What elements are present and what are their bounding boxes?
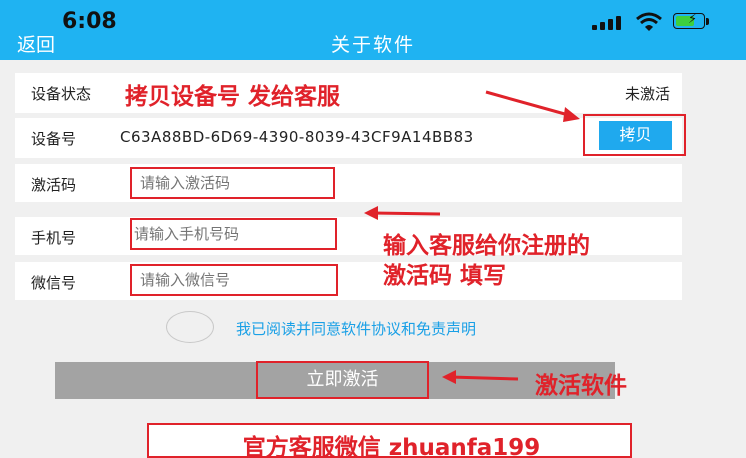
device-id-value: C63A88BD-6D69-4390-8039-43CF9A14BB83 (120, 128, 474, 146)
fill-instruction-annotation-line2: 激活码 填写 (383, 263, 507, 289)
nav-bar: 6:08 ⚡ 返回 关于软件 (0, 0, 746, 60)
wechat-label: 微信号 (31, 274, 77, 292)
fill-instruction-annotation-line1: 输入客服给你注册的 (383, 233, 590, 259)
device-status-label: 设备状态 (31, 85, 92, 103)
wechat-input[interactable] (130, 264, 338, 296)
device-status-value: 未激活 (624, 85, 670, 103)
agree-radio[interactable] (166, 311, 214, 343)
activation-code-input[interactable] (130, 167, 335, 199)
phone-label: 手机号 (31, 229, 77, 247)
agreement-text[interactable]: 我已阅读并同意软件协议和免责声明 (236, 318, 476, 339)
device-id-label: 设备号 (31, 130, 77, 148)
official-wechat-box: 官方客服微信 zhuanfa199 (147, 423, 632, 458)
phone-input[interactable] (130, 218, 337, 250)
copy-instruction-annotation: 拷贝设备号 发给客服 (125, 84, 341, 110)
activate-instruction-annotation: 激活软件 (535, 373, 627, 399)
activation-code-row: 激活码 (15, 164, 682, 202)
activate-button[interactable]: 立即激活 (256, 361, 429, 399)
battery-charging-icon: ⚡ (673, 12, 711, 31)
wifi-icon (636, 12, 662, 31)
copy-button[interactable]: 拷贝 (599, 121, 672, 150)
about-software-screen: 6:08 ⚡ 返回 关于软件 设备状态 未激活 设备号 C63A88BD-6D6… (0, 0, 746, 458)
cellular-signal-icon (592, 14, 626, 30)
page-title: 关于软件 (330, 34, 415, 56)
device-status-row: 设备状态 未激活 (15, 73, 682, 113)
wechat-row: 微信号 (15, 262, 682, 300)
device-id-row: 设备号 C63A88BD-6D69-4390-8039-43CF9A14BB83 (15, 118, 682, 158)
official-wechat-text: 官方客服微信 zhuanfa199 (242, 435, 541, 458)
activation-code-label: 激活码 (31, 176, 77, 194)
